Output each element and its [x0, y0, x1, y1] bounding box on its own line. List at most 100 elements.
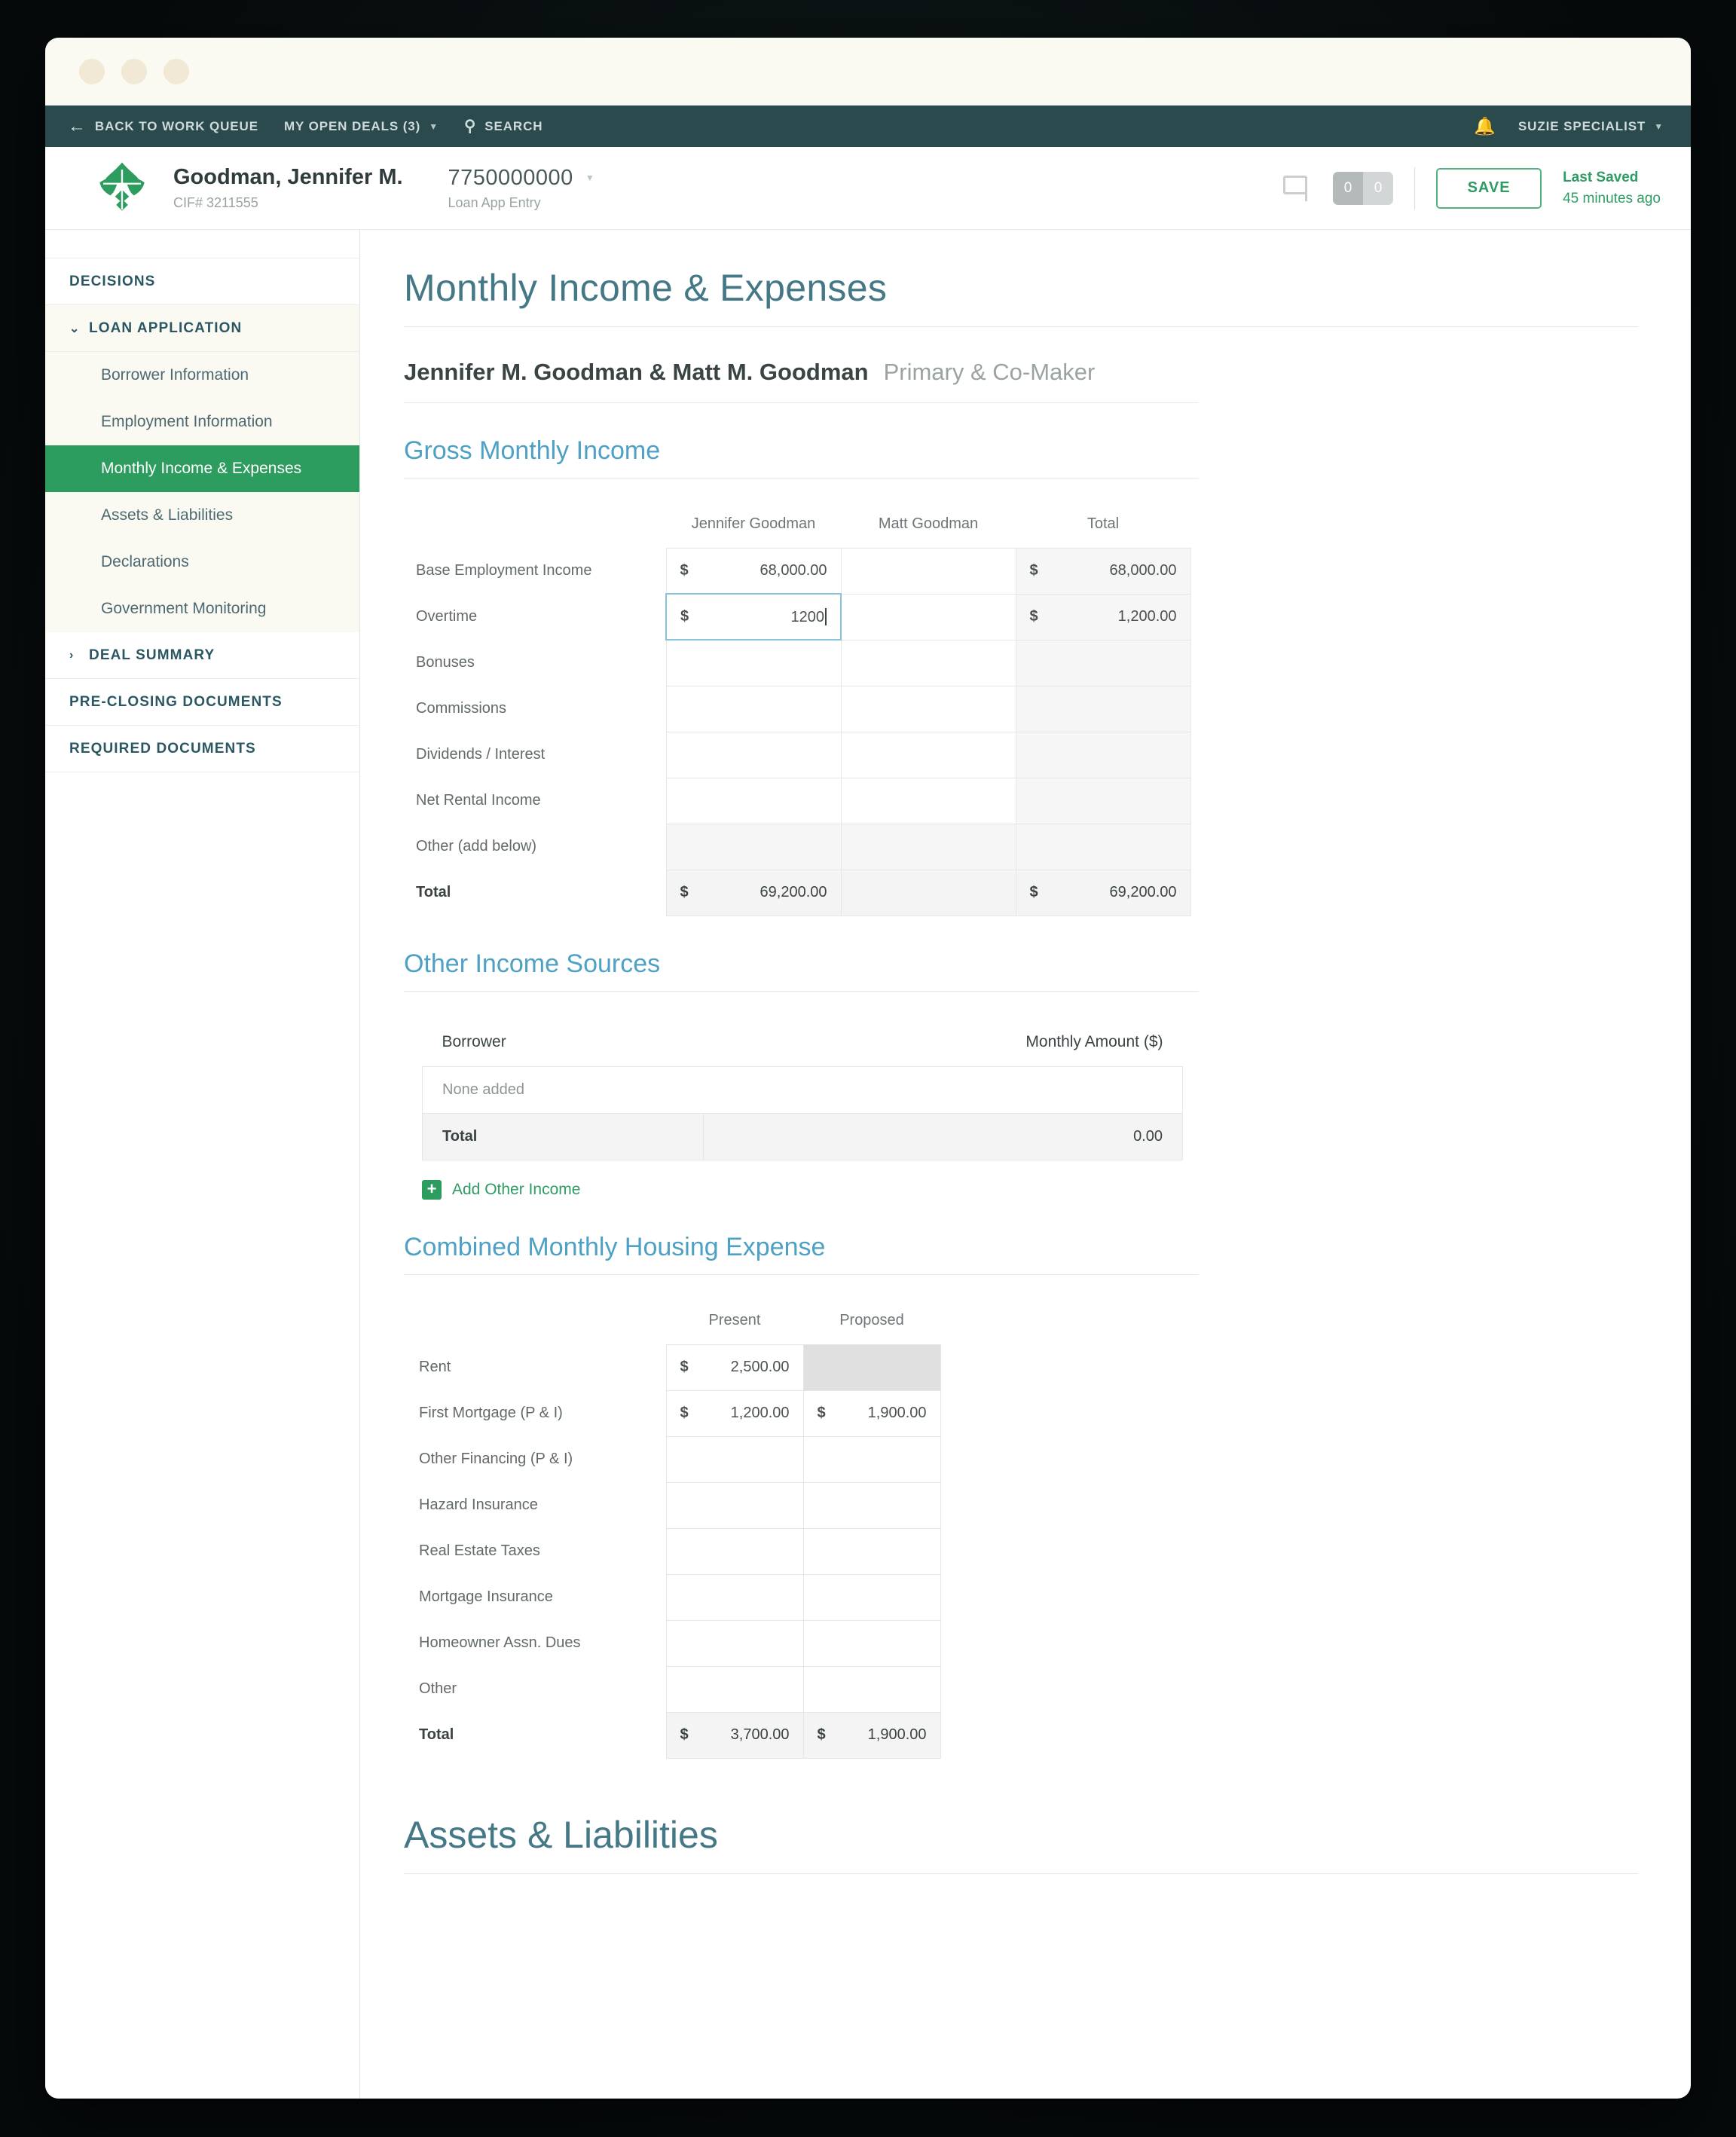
- row-label: Commissions: [416, 700, 507, 717]
- housing-input-mortgage-insurance-proposed[interactable]: [802, 1573, 941, 1621]
- search-icon: ⚲: [463, 118, 477, 135]
- cell-value: 68,000.00: [760, 561, 827, 579]
- window-minimize-button[interactable]: [121, 59, 147, 84]
- cell-value: 2,500.00: [730, 1359, 790, 1375]
- income-other-jennifer: [665, 823, 842, 870]
- row-label: Other Financing (P & I): [419, 1451, 573, 1467]
- table-row: Commissions: [404, 685, 1191, 732]
- income-input-commissions-matt[interactable]: [840, 685, 1016, 732]
- chevron-down-icon[interactable]: ▼: [585, 173, 594, 183]
- sidebar-item-pre-closing-documents[interactable]: PRE-CLOSING DOCUMENTS: [45, 679, 359, 726]
- empty-state-text: None added: [422, 1066, 1183, 1114]
- my-open-deals-dropdown[interactable]: MY OPEN DEALS (3) ▼: [284, 119, 439, 134]
- row-label-header: [404, 501, 666, 548]
- income-total-overtime: $1,200.00: [1015, 593, 1191, 640]
- last-saved-time: 45 minutes ago: [1563, 190, 1661, 206]
- housing-input-hazard-insurance-present[interactable]: [665, 1481, 804, 1529]
- sidebar-item-required-documents[interactable]: REQUIRED DOCUMENTS: [45, 726, 359, 772]
- comment-counter[interactable]: 0 0: [1333, 171, 1394, 205]
- housing-input-other-financing-proposed[interactable]: [802, 1435, 941, 1483]
- row-label: Homeowner Assn. Dues: [419, 1634, 581, 1651]
- section-divider: [404, 1274, 1199, 1275]
- sidebar-item-monthly-income-expenses[interactable]: Monthly Income & Expenses: [45, 445, 359, 492]
- income-input-dividends-matt[interactable]: [840, 731, 1016, 778]
- table-row: Net Rental Income: [404, 777, 1191, 824]
- bank-logo: [84, 159, 160, 218]
- row-label: Total: [419, 1726, 454, 1743]
- cell-value: 1200: [689, 608, 827, 626]
- housing-input-hazard-insurance-proposed[interactable]: [802, 1481, 941, 1529]
- housing-input-hoa-dues-proposed[interactable]: [802, 1619, 941, 1667]
- section-title-gross-monthly-income: Gross Monthly Income: [404, 436, 661, 465]
- housing-input-real-estate-taxes-proposed[interactable]: [802, 1527, 941, 1575]
- income-input-base-jennifer[interactable]: $68,000.00: [665, 547, 842, 595]
- window-maximize-button[interactable]: [164, 59, 189, 84]
- housing-total-proposed: $1,900.00: [802, 1711, 941, 1759]
- housing-input-mortgage-insurance-present[interactable]: [665, 1573, 804, 1621]
- sidebar-item-government-monitoring[interactable]: Government Monitoring: [45, 585, 359, 632]
- housing-input-other-present[interactable]: [665, 1665, 804, 1713]
- housing-input-hoa-dues-present[interactable]: [665, 1619, 804, 1667]
- income-total-net-rental: [1015, 777, 1191, 824]
- sidebar-item-declarations[interactable]: Declarations: [45, 539, 359, 585]
- column-header-total: Total: [1087, 515, 1120, 533]
- housing-input-rent-proposed: [802, 1344, 941, 1391]
- sidebar-item-deal-summary[interactable]: › DEAL SUMMARY: [45, 632, 359, 679]
- user-menu[interactable]: SUZIE SPECIALIST ▼: [1518, 119, 1664, 134]
- add-other-income-button[interactable]: + Add Other Income: [422, 1180, 1638, 1200]
- comment-count-secondary: 0: [1363, 171, 1394, 205]
- income-total-jennifer: $69,200.00: [665, 869, 842, 916]
- income-input-bonuses-jennifer[interactable]: [665, 639, 842, 686]
- currency-symbol: $: [680, 561, 689, 579]
- sidebar-item-employment-information[interactable]: Employment Information: [45, 399, 359, 445]
- sidebar-group-loan-application: ⌄ LOAN APPLICATION Borrower Information …: [45, 305, 359, 632]
- comment-icon[interactable]: [1283, 175, 1312, 201]
- currency-symbol: $: [817, 1726, 826, 1743]
- table-row: Other (add below): [404, 823, 1191, 870]
- section-title-assets-liabilities: Assets & Liabilities: [404, 1813, 718, 1856]
- housing-input-real-estate-taxes-present[interactable]: [665, 1527, 804, 1575]
- row-label: Base Employment Income: [416, 562, 592, 579]
- income-input-overtime-matt[interactable]: [840, 593, 1016, 640]
- housing-input-first-mortgage-present[interactable]: $1,200.00: [665, 1390, 804, 1437]
- window-close-button[interactable]: [79, 59, 105, 84]
- table-row: None added: [422, 1066, 1183, 1114]
- column-header-borrower: Borrower: [442, 1033, 506, 1051]
- housing-input-first-mortgage-proposed[interactable]: $1,900.00: [802, 1390, 941, 1437]
- housing-input-other-financing-present[interactable]: [665, 1435, 804, 1483]
- income-input-base-matt[interactable]: [840, 547, 1016, 595]
- income-input-net-rental-matt[interactable]: [840, 777, 1016, 824]
- income-input-net-rental-jennifer[interactable]: [665, 777, 842, 824]
- search-button[interactable]: ⚲ SEARCH: [464, 117, 542, 136]
- sidebar-item-assets-liabilities[interactable]: Assets & Liabilities: [45, 492, 359, 539]
- sidebar-item-loan-application[interactable]: ⌄ LOAN APPLICATION: [45, 305, 359, 352]
- sidebar-item-borrower-information[interactable]: Borrower Information: [45, 352, 359, 399]
- income-total-dividends: [1015, 731, 1191, 778]
- sidebar-item-decisions[interactable]: DECISIONS: [45, 258, 359, 305]
- housing-input-other-proposed[interactable]: [802, 1665, 941, 1713]
- bottom-title-divider: [404, 1873, 1638, 1874]
- page-title: Monthly Income & Expenses: [404, 267, 888, 309]
- housing-input-rent-present[interactable]: $2,500.00: [665, 1344, 804, 1391]
- notification-bell-icon[interactable]: 🔔: [1474, 116, 1496, 136]
- last-saved-status: Last Saved 45 minutes ago: [1563, 167, 1661, 209]
- income-input-dividends-jennifer[interactable]: [665, 731, 842, 778]
- currency-symbol: $: [680, 608, 689, 625]
- column-header-monthly-amount: Monthly Amount ($): [1025, 1033, 1163, 1051]
- section-divider: [404, 990, 1199, 992]
- currency-symbol: $: [680, 1405, 689, 1421]
- last-saved-label: Last Saved: [1563, 169, 1639, 185]
- income-total-matt: [840, 869, 1016, 916]
- income-input-overtime-jennifer[interactable]: $1200: [665, 593, 842, 640]
- back-to-work-queue-link[interactable]: ← BACK TO WORK QUEUE: [68, 117, 258, 136]
- table-row: Rent $2,500.00: [404, 1344, 941, 1391]
- table-total-row: Total 0.00: [422, 1113, 1184, 1160]
- cell-value: 3,700.00: [730, 1726, 790, 1743]
- income-grand-total: $69,200.00: [1015, 869, 1191, 916]
- income-input-commissions-jennifer[interactable]: [665, 685, 842, 732]
- row-label: Net Rental Income: [416, 792, 541, 809]
- save-button[interactable]: SAVE: [1436, 167, 1542, 209]
- cell-value: 69,200.00: [1109, 884, 1177, 900]
- income-input-bonuses-matt[interactable]: [840, 639, 1016, 686]
- row-label: Total: [416, 884, 451, 900]
